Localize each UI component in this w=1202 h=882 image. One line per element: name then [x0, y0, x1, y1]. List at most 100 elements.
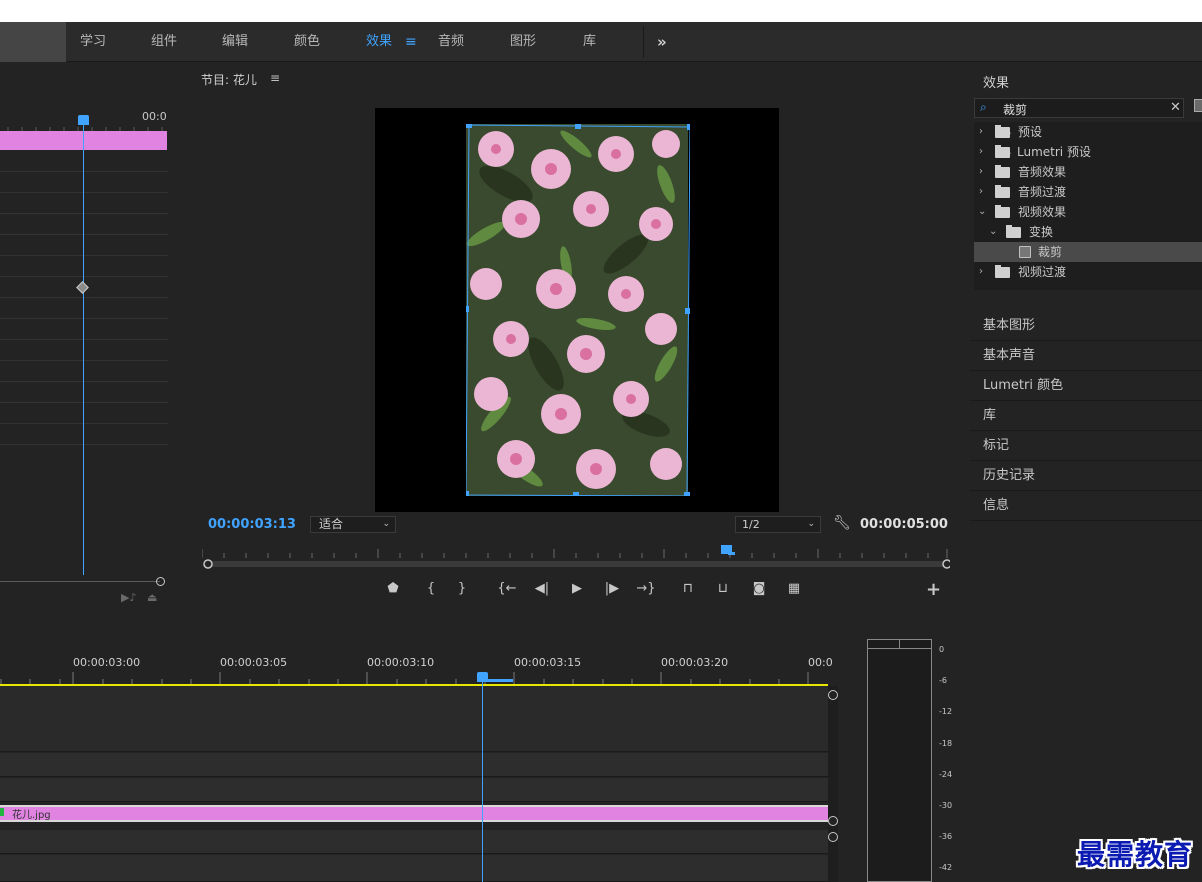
title-bar-strip	[0, 0, 1202, 22]
tree-item-video-effects[interactable]: ⌄ 视频效果	[974, 202, 1202, 222]
timeline-playhead-line[interactable]	[482, 680, 483, 882]
tree-item-crop[interactable]: 裁剪	[974, 242, 1202, 262]
extract-icon[interactable]: ⊔	[712, 578, 734, 600]
video-track-empty[interactable]	[0, 686, 828, 752]
chevron-right-icon[interactable]: ›	[979, 182, 983, 202]
sequence-duration: 00:00:05:00	[860, 517, 948, 532]
panel-essential-sound[interactable]: 基本声音	[970, 342, 1202, 371]
timeline-clip[interactable]	[0, 805, 828, 822]
go-to-out-icon[interactable]: →}	[635, 578, 657, 600]
tab-graphics[interactable]: 图形	[510, 22, 536, 62]
chevron-down-icon[interactable]: ⌄	[989, 222, 997, 242]
tree-item-transform[interactable]: ⌄ 变换	[974, 222, 1202, 242]
chevron-down-icon: ⌄	[807, 519, 815, 529]
tree-item-video-transitions[interactable]: › 视频过渡	[974, 262, 1202, 282]
ec-row-divider	[0, 402, 168, 403]
audio-meter-panel: 0 -6 -12 -18 -24 -30 -36 -42	[853, 613, 968, 882]
timeline-ruler-labels: 00:00:03:00 00:00:03:05 00:00:03:10 00:0…	[0, 656, 833, 670]
lift-icon[interactable]: ⊓	[677, 578, 699, 600]
timeline-panel: 00:00:03:00 00:00:03:05 00:00:03:10 00:0…	[0, 613, 850, 882]
monitor-time-ruler[interactable]	[202, 543, 948, 559]
chevron-right-icon[interactable]: ›	[979, 162, 983, 182]
panel-essential-graphics[interactable]: 基本图形	[970, 312, 1202, 341]
effects-search-input[interactable]: ⌕ 裁剪 ✕	[974, 98, 1184, 118]
go-to-in-icon[interactable]: {←	[496, 578, 518, 600]
video-track[interactable]	[0, 778, 828, 802]
scroll-handle-audio[interactable]	[828, 832, 838, 842]
panel-markers[interactable]: 标记	[970, 432, 1202, 461]
chevron-right-icon[interactable]: ›	[979, 122, 983, 142]
chevron-down-icon[interactable]: ⌄	[978, 202, 986, 222]
program-monitor-panel: 节目: 花儿 ≡ 00:00:03:13 适合 ⌄ 1/2 ⌄ 🔧︎ 00:00…	[188, 65, 965, 610]
workspace-menu-icon[interactable]: ≡	[405, 22, 417, 62]
tree-item-presets[interactable]: › ✦ 预设	[974, 122, 1202, 142]
tab-effects[interactable]: 效果	[366, 22, 392, 62]
panel-lumetri-color[interactable]: Lumetri 颜色	[970, 372, 1202, 401]
ec-zoom-track[interactable]	[0, 581, 160, 582]
new-bin-icon[interactable]	[1194, 99, 1202, 112]
monitor-playhead-handle[interactable]	[721, 545, 735, 555]
program-monitor-title[interactable]: 节目: 花儿	[201, 71, 257, 88]
add-marker-icon[interactable]: ⬟	[382, 578, 404, 600]
meter-scale-label: -18	[939, 739, 953, 748]
tab-libraries[interactable]: 库	[583, 22, 596, 62]
tree-item-label: 视频效果	[1018, 205, 1067, 219]
camera-icon[interactable]: ◙	[748, 578, 770, 600]
ec-zoom-handle[interactable]	[156, 577, 165, 586]
panel-menu-icon[interactable]: ≡	[270, 71, 280, 85]
scroll-handle-top[interactable]	[828, 690, 838, 700]
meter-scale-label: -12	[939, 707, 953, 716]
tree-item-audio-transitions[interactable]: › 音频过渡	[974, 182, 1202, 202]
audio-meter-bar	[867, 639, 932, 882]
panel-history[interactable]: 历史记录	[970, 462, 1202, 491]
crop-bounding-box[interactable]	[466, 124, 690, 496]
zoom-level-select[interactable]: 适合 ⌄	[310, 516, 396, 533]
tab-learn[interactable]: 学习	[80, 22, 106, 62]
timeline-vertical-scrollbar[interactable]	[828, 686, 838, 882]
tree-item-label: 音频过渡	[1018, 185, 1067, 199]
playhead-timecode[interactable]: 00:00:03:13	[208, 517, 296, 532]
compare-view-icon[interactable]: ▦	[783, 578, 805, 600]
video-track[interactable]	[0, 753, 828, 777]
ec-row-divider	[0, 213, 168, 214]
audio-only-icon[interactable]: ▶♪	[121, 591, 136, 604]
ruler-timecode: 00:00:03:20	[661, 656, 729, 669]
timeline-ruler-ticks[interactable]	[0, 670, 828, 684]
tree-item-audio-effects[interactable]: › 音频效果	[974, 162, 1202, 182]
tab-audio[interactable]: 音频	[438, 22, 464, 62]
search-icon: ⌕	[980, 100, 987, 114]
play-icon[interactable]: ▶	[566, 578, 588, 600]
tab-assembly[interactable]: 组件	[151, 22, 177, 62]
tab-color[interactable]: 颜色	[294, 22, 320, 62]
clear-search-icon[interactable]: ✕	[1170, 100, 1181, 115]
chevron-down-icon: ⌄	[382, 519, 390, 529]
mark-in-icon[interactable]: {	[420, 578, 442, 600]
scroll-handle-bottom[interactable]	[828, 816, 838, 826]
ec-row-divider	[0, 339, 168, 340]
keyframe-diamond-icon[interactable]	[76, 281, 89, 294]
effects-panel-title[interactable]: 效果	[983, 72, 1009, 91]
effects-tree: › ✦ 预设 › ✦ Lumetri 预设 › 音频效果 › 音频过渡 ⌄ 视频…	[974, 122, 1202, 290]
step-forward-icon[interactable]: |▶	[601, 578, 623, 600]
chevron-right-icon[interactable]: ›	[979, 142, 983, 162]
audio-track[interactable]	[0, 855, 828, 882]
ec-playhead-line[interactable]	[83, 125, 84, 575]
panel-libraries[interactable]: 库	[970, 402, 1202, 431]
program-video-frame[interactable]	[375, 108, 779, 512]
panel-info[interactable]: 信息	[970, 492, 1202, 521]
tree-item-label: 视频过渡	[1018, 265, 1067, 279]
search-value: 裁剪	[1003, 103, 1028, 117]
mark-out-icon[interactable]: }	[451, 578, 473, 600]
playback-resolution-select[interactable]: 1/2 ⌄	[735, 516, 821, 533]
add-button-icon[interactable]: +	[926, 579, 941, 600]
export-icon[interactable]: ⏏	[147, 591, 157, 604]
monitor-zoom-scrollbar[interactable]	[202, 558, 950, 570]
wrench-icon[interactable]: 🔧︎	[833, 515, 851, 531]
audio-track[interactable]	[0, 830, 828, 854]
chevron-right-icon[interactable]: ›	[979, 262, 983, 282]
overflow-chevron-icon[interactable]: »	[657, 22, 667, 62]
tab-editing[interactable]: 编辑	[222, 22, 248, 62]
ec-playhead-handle[interactable]	[78, 115, 89, 125]
step-back-icon[interactable]: ◀|	[531, 578, 553, 600]
tree-item-lumetri-presets[interactable]: › ✦ Lumetri 预设	[974, 142, 1202, 162]
